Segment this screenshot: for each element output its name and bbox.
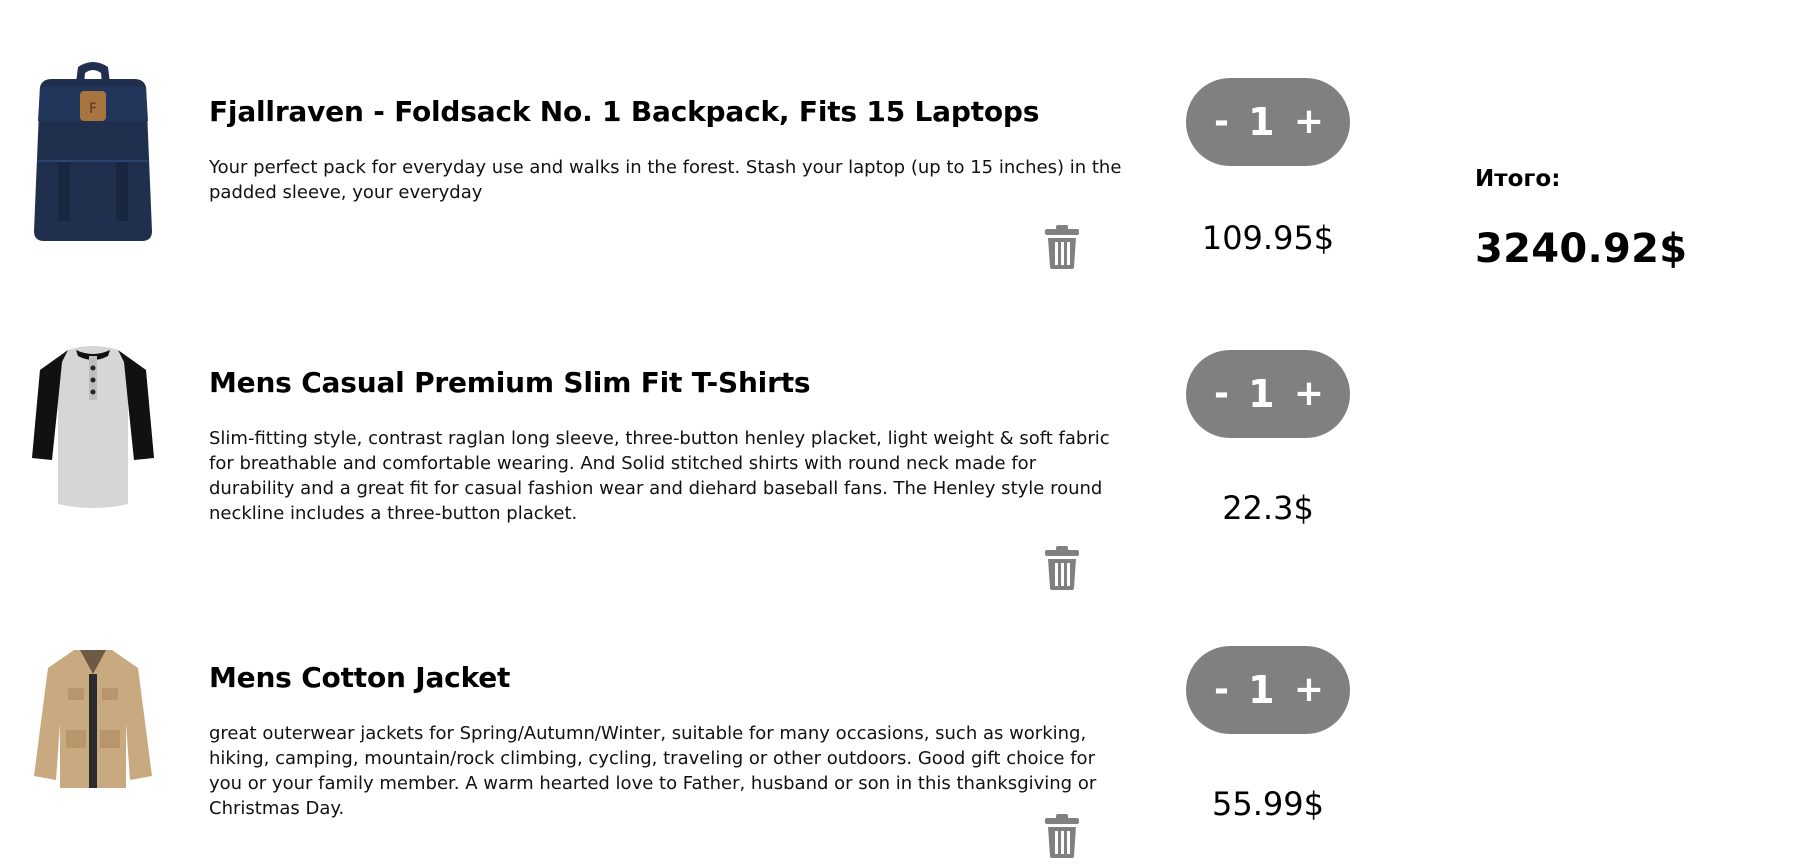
- decrease-quantity-button[interactable]: -: [1214, 104, 1229, 140]
- cart-page: F Fjallraven - Foldsack No. 1 Backpack, …: [0, 0, 1806, 866]
- decrease-quantity-button[interactable]: -: [1214, 672, 1229, 708]
- increase-quantity-button[interactable]: +: [1294, 672, 1324, 708]
- item-price: 55.99$: [1212, 785, 1324, 823]
- quantity-stepper: - 1 +: [1186, 646, 1350, 734]
- delete-item-button[interactable]: [1044, 225, 1080, 269]
- quantity-stepper: - 1 +: [1186, 350, 1350, 438]
- trash-icon: [1045, 225, 1079, 269]
- svg-text:F: F: [89, 101, 97, 117]
- product-title: Fjallraven - Foldsack No. 1 Backpack, Fi…: [209, 95, 1040, 128]
- product-description: Slim-fitting style, contrast raglan long…: [209, 428, 1110, 524]
- item-price: 109.95$: [1201, 219, 1335, 257]
- trash-icon: [1045, 546, 1079, 590]
- increase-quantity-button[interactable]: +: [1294, 376, 1324, 412]
- product-title: Mens Casual Premium Slim Fit T-Shirts: [209, 366, 811, 399]
- product-description: great outerwear jackets for Spring/Autum…: [209, 723, 1097, 819]
- product-description: Your perfect pack for everyday use and w…: [209, 157, 1122, 203]
- total-label: Итого:: [1475, 166, 1561, 192]
- quantity-value: 1: [1248, 372, 1275, 416]
- jacket-image: [28, 624, 158, 814]
- decrease-quantity-button[interactable]: -: [1214, 376, 1229, 412]
- item-price: 22.3$: [1222, 489, 1314, 527]
- quantity-value: 1: [1248, 668, 1275, 712]
- trash-icon: [1045, 814, 1079, 858]
- total-value: 3240.92$: [1475, 226, 1688, 272]
- increase-quantity-button[interactable]: +: [1294, 104, 1324, 140]
- delete-item-button[interactable]: [1044, 546, 1080, 590]
- quantity-stepper: - 1 +: [1186, 78, 1350, 166]
- delete-item-button[interactable]: [1044, 814, 1080, 858]
- quantity-value: 1: [1248, 100, 1275, 144]
- tshirt-image: [28, 332, 158, 522]
- product-title: Mens Cotton Jacket: [209, 661, 511, 694]
- backpack-image: F: [28, 58, 158, 248]
